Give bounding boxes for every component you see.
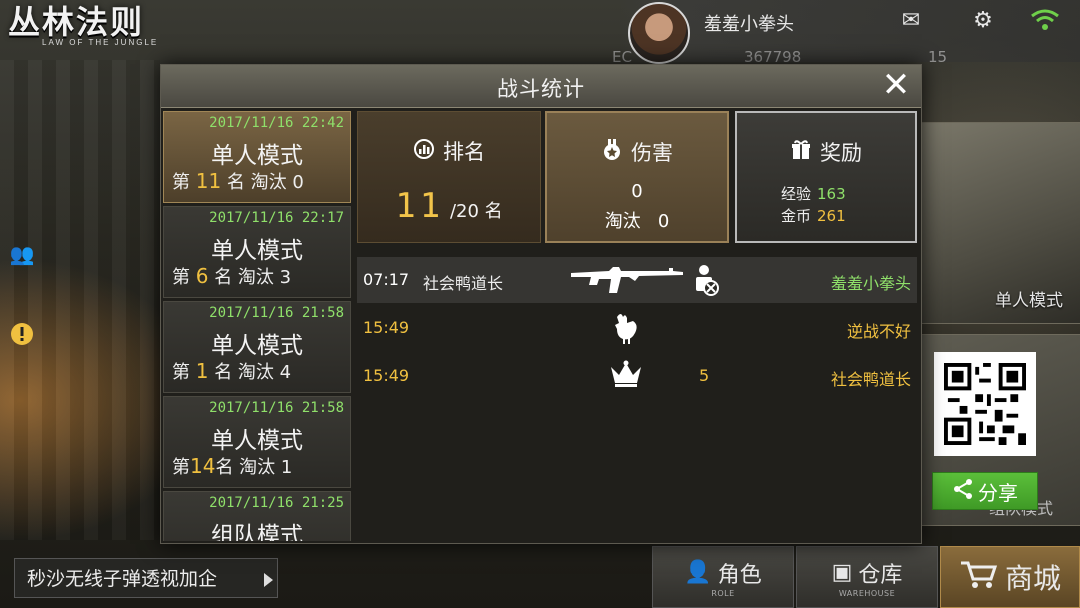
event-time: 15:49 [363,366,410,385]
match-mode: 单人模式 [211,143,303,169]
damage-value: 0 [631,181,643,202]
match-history-list[interactable]: 2017/11/16 22:42 单人模式 第 11 名 淘汰 0 2017/1… [161,109,353,541]
role-button[interactable]: 👤 角色 ROLE [652,546,794,608]
event-target: 羞羞小拳头 [830,274,911,293]
notice-icon[interactable] [4,316,40,352]
event-log: 07:17 社会鸭道长 羞羞小拳头 15:49 逆战不好 15:49 5 社会鸭… [357,249,917,541]
match-time: 2017/11/16 22:17 [209,210,344,226]
share-label: 分享 [978,480,1018,505]
share-button[interactable]: 分享 [932,472,1038,510]
solo-mode-label: 单人模式 [995,291,1063,311]
warehouse-button[interactable]: ▣ 仓库 WAREHOUSE [796,546,938,608]
event-row: 15:49 5 社会鸭道长 [357,353,917,399]
reward-label: 奖励 [820,141,862,165]
role-label: 角色 [717,562,762,588]
gift-icon [790,139,812,166]
match-item[interactable]: 2017/11/16 21:58 单人模式 第 1 名 淘汰 4 [163,301,351,393]
shop-button[interactable]: 商城 [940,546,1080,608]
modal-header: 战斗统计 ✕ [161,65,921,108]
rank-icon [413,138,435,165]
event-actor: 社会鸭道长 [423,274,504,293]
damage-tab[interactable]: 伤害 0 淘汰 0 [545,111,729,243]
match-time: 2017/11/16 21:58 [209,305,344,321]
gold-line: 金币 261 [781,207,846,225]
shop-label: 商城 [1004,562,1061,595]
person-icon: 👤 [684,560,712,585]
warehouse-label: 仓库 [858,562,903,588]
rank-tab[interactable]: 排名 11 /20 名 [357,111,541,243]
rifle-icon [569,263,685,301]
match-result: 第 11 名 淘汰 0 [172,169,304,193]
event-time: 07:17 [363,270,410,289]
match-item[interactable]: 2017/11/16 21:25 组队模式 [163,491,351,541]
avatar[interactable] [628,2,690,64]
event-time: 15:49 [363,318,410,337]
qr-code [934,352,1036,456]
match-mode: 单人模式 [211,333,303,359]
rank-value: 11 /20 名 [395,186,503,226]
rank-label: 排名 [443,140,485,164]
close-button[interactable]: ✕ [879,68,913,103]
ticker-text: 秒沙无线子弹透视加企 [27,568,218,590]
match-result: 第 1 名 淘汰 4 [172,359,292,383]
mail-icon[interactable]: ✉ [896,8,926,33]
event-row: 07:17 社会鸭道长 羞羞小拳头 [357,257,917,303]
share-icon [952,478,974,505]
solo-mode-card[interactable]: 单人模式 [920,122,1080,324]
match-item[interactable]: 2017/11/16 22:17 单人模式 第 6 名 淘汰 3 [163,206,351,298]
box-icon: ▣ [831,560,853,585]
kills-line: 淘汰 0 [604,211,670,232]
match-result: 第14名 淘汰 1 [172,454,293,478]
modal-title: 战斗统计 [497,77,585,101]
match-time: 2017/11/16 22:42 [209,115,344,131]
role-sublabel: ROLE [711,588,735,598]
medal-icon [601,138,623,166]
friends-icon[interactable]: 👥 [4,236,40,272]
game-logo: 丛林法则 LAW OF THE JUNGLE [8,4,198,54]
logo-subtitle: LAW OF THE JUNGLE [42,38,159,47]
warehouse-sublabel: WAREHOUSE [838,588,896,598]
player-name: 羞羞小拳头 [704,14,794,35]
match-time: 2017/11/16 21:58 [209,400,344,416]
battle-stats-modal: 战斗统计 ✕ 2017/11/16 22:42 单人模式 第 11 名 淘汰 0… [160,64,922,544]
cart-icon [959,559,999,596]
chicken-icon [611,311,641,349]
ticker-arrow-icon [264,573,273,587]
exp-line: 经验 163 [781,185,846,203]
wifi-icon [1030,8,1060,32]
match-result: 第 6 名 淘汰 3 [172,264,292,288]
event-row: 15:49 逆战不好 [357,305,917,351]
chat-ticker[interactable]: 秒沙无线子弹透视加企 [14,558,278,598]
match-mode: 单人模式 [211,428,303,454]
event-target: 社会鸭道长 [830,370,911,389]
logo-title: 丛林法则 [8,3,145,41]
eliminated-icon [693,263,719,301]
currency-right: 15 [928,48,948,66]
reward-tab[interactable]: 奖励 经验 163 金币 261 [735,111,917,243]
gear-icon[interactable]: ⚙ [968,8,998,33]
event-target: 逆战不好 [846,322,911,341]
match-mode: 组队模式 [211,523,303,541]
match-time: 2017/11/16 21:25 [209,495,344,511]
crown-icon [609,359,643,393]
damage-label: 伤害 [631,141,673,165]
match-item[interactable]: 2017/11/16 21:58 单人模式 第14名 淘汰 1 [163,396,351,488]
event-count: 5 [699,366,710,385]
match-item[interactable]: 2017/11/16 22:42 单人模式 第 11 名 淘汰 0 [163,111,351,203]
match-mode: 单人模式 [211,238,303,264]
